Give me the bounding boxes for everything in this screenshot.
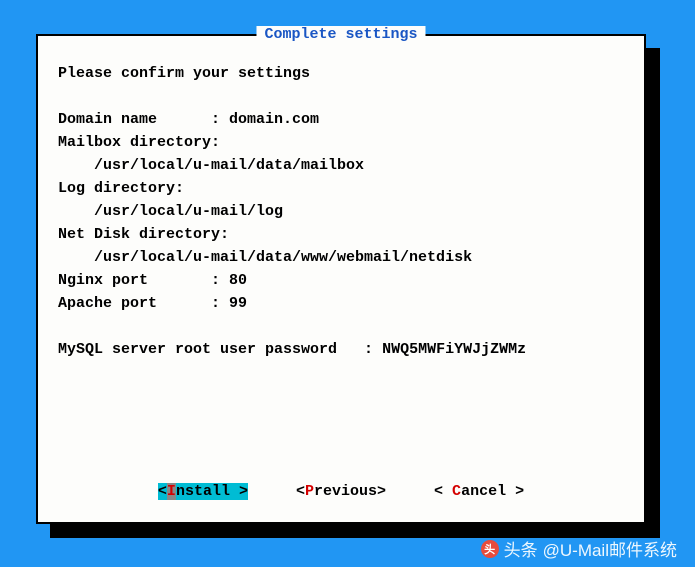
confirm-text: Please confirm your settings	[58, 65, 310, 82]
install-hotkey: I	[167, 483, 176, 500]
domain-value: domain.com	[229, 111, 319, 128]
dialog-content: Please confirm your settings Domain name…	[38, 36, 644, 361]
watermark-text: @U-Mail邮件系统	[543, 536, 677, 561]
watermark-prefix: 头条	[504, 536, 538, 561]
cancel-hotkey: C	[452, 483, 461, 500]
apache-value: 99	[229, 295, 247, 312]
watermark-icon: 头	[481, 540, 499, 558]
nginx-label: Nginx port :	[58, 272, 229, 289]
mailbox-value: /usr/local/u-mail/data/mailbox	[58, 157, 364, 174]
cancel-button[interactable]: < Cancel >	[434, 483, 524, 500]
previous-hotkey: P	[305, 483, 314, 500]
domain-label: Domain name :	[58, 111, 229, 128]
button-row: <Install > <Previous> < Cancel >	[38, 483, 644, 500]
log-value: /usr/local/u-mail/log	[58, 203, 283, 220]
netdisk-label: Net Disk directory:	[58, 226, 229, 243]
settings-dialog: Complete settings Please confirm your se…	[36, 34, 646, 524]
install-button[interactable]: <Install >	[158, 483, 248, 500]
log-label: Log directory:	[58, 180, 184, 197]
nginx-value: 80	[229, 272, 247, 289]
mailbox-label: Mailbox directory:	[58, 134, 220, 151]
watermark: 头 头条 @U-Mail邮件系统	[481, 536, 677, 561]
dialog-title: Complete settings	[256, 26, 425, 43]
netdisk-value: /usr/local/u-mail/data/www/webmail/netdi…	[58, 249, 472, 266]
mysql-value: NWQ5MWFiYWJjZWMz	[382, 341, 526, 358]
mysql-label: MySQL server root user password :	[58, 341, 382, 358]
apache-label: Apache port :	[58, 295, 229, 312]
previous-button[interactable]: <Previous>	[296, 483, 386, 500]
